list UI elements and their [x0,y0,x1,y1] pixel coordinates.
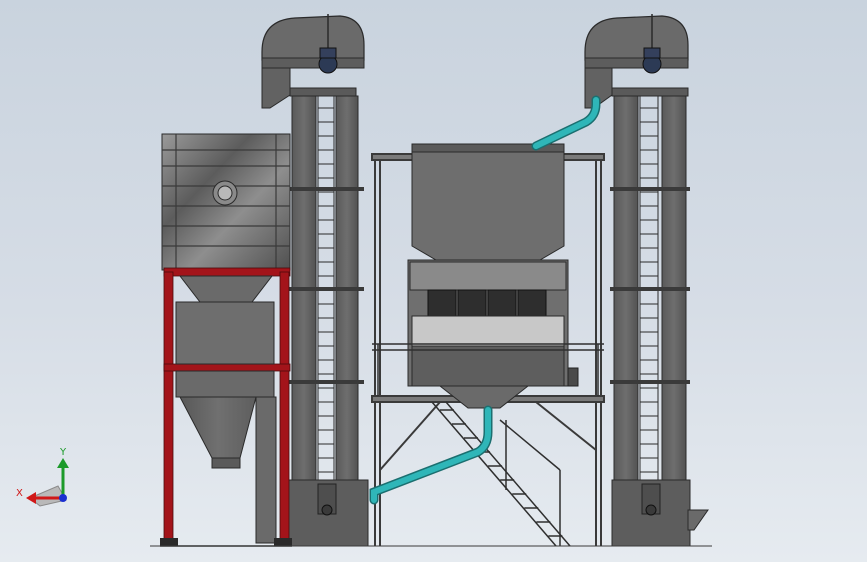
x-axis-label: X [16,488,23,499]
center-hopper [411,147,565,261]
left-elevator-column-a [291,95,317,547]
left-elevator-column-b [335,95,359,547]
left-storage-bin [160,133,292,547]
bin-discharge-cone [179,396,257,459]
axis-triad[interactable]: Y X [16,447,69,507]
right-elevator-column-b [661,95,687,547]
bin-lower-box [175,301,275,365]
left-elevator-head [261,15,365,61]
plant-drawing: Y X [16,14,712,547]
right-elevator-head [584,15,689,61]
center-separator-unit [371,143,605,547]
right-bucket-elevator [584,14,709,547]
y-axis-label: Y [59,447,67,458]
cad-viewport[interactable]: Y X [0,0,867,562]
left-bucket-elevator [261,14,369,547]
right-elevator-column-a [613,95,639,547]
